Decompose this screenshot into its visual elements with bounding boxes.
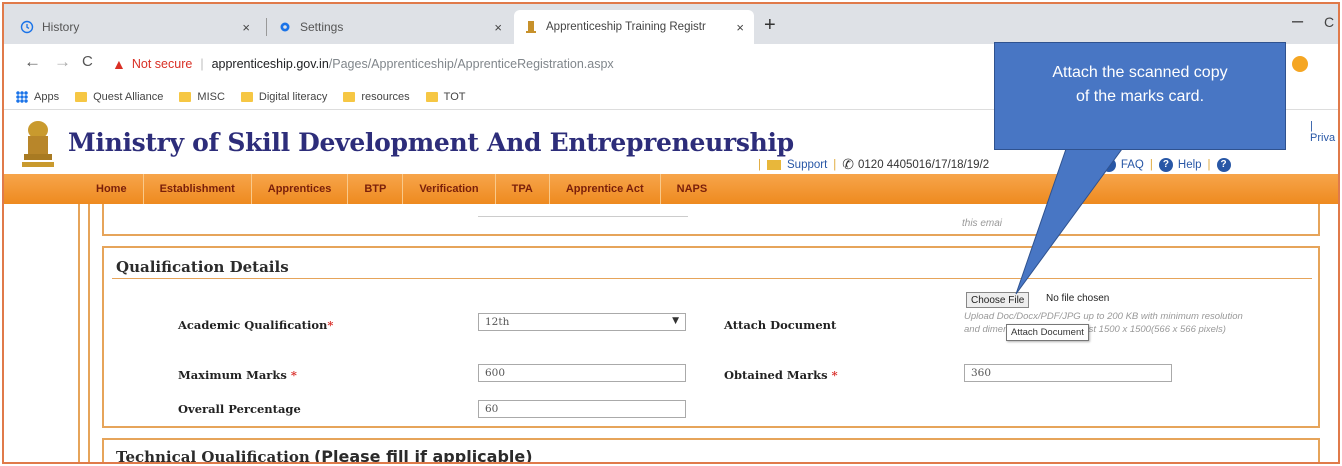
callout-text-line: Attach the scanned copy [1052,64,1228,81]
screenshot-frame: History × Settings × Apprenticeship Trai… [2,2,1340,464]
instruction-callout: Attach the scanned copy of the marks car… [994,42,1286,150]
callout-text-line: of the marks card. [1075,88,1205,105]
